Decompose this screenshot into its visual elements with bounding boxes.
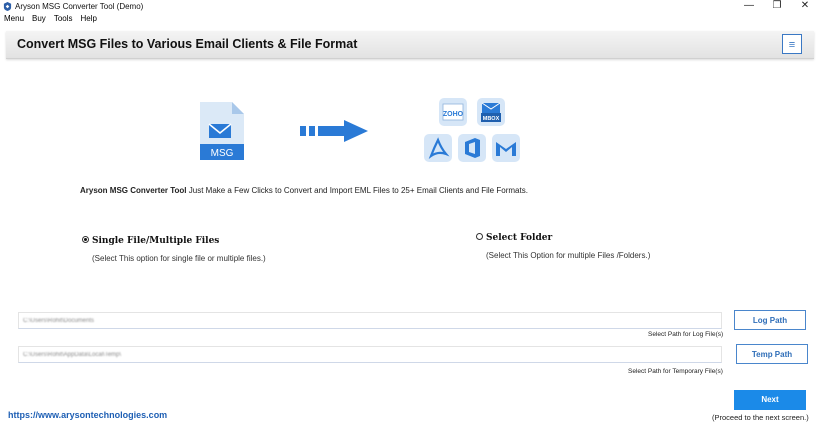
radio-selected-icon <box>82 236 89 243</box>
zoho-label: ZOHO <box>443 111 464 118</box>
menu-item-help[interactable]: Help <box>81 14 97 23</box>
menu-item-tools[interactable]: Tools <box>54 14 73 23</box>
temp-path-caption: Select Path for Temporary File(s) <box>628 368 723 375</box>
proceed-hint: (Proceed to the next screen.) <box>712 413 809 422</box>
single-file-label: Single File/Multiple Files <box>92 236 220 246</box>
window-title: Aryson MSG Converter Tool (Demo) <box>15 2 144 11</box>
select-folder-label: Select Folder <box>486 233 553 243</box>
zoho-icon: ZOHO <box>439 98 467 126</box>
app-logo-icon <box>3 2 12 11</box>
target-formats-cluster: ZOHO MBOX <box>420 96 530 166</box>
temp-path-button[interactable]: Temp Path <box>736 344 808 364</box>
temp-path-input[interactable]: C:\Users\Rohit\AppData\Local\Temp\ <box>18 346 722 363</box>
pdf-icon <box>424 134 452 162</box>
minimize-button[interactable]: — <box>738 0 760 11</box>
restore-button[interactable]: ❐ <box>766 0 788 11</box>
menu-item-menu[interactable]: Menu <box>4 14 24 23</box>
temp-path-value: C:\Users\Rohit\AppData\Local\Temp\ <box>23 352 122 358</box>
mbox-label: MBOX <box>483 116 500 122</box>
hamburger-menu-button[interactable]: ≡ <box>782 34 802 54</box>
radio-unselected-icon <box>476 233 483 240</box>
log-path-button[interactable]: Log Path <box>734 310 806 330</box>
description-brand: Aryson MSG Converter Tool <box>80 186 187 195</box>
description-text: Aryson MSG Converter Tool Just Make a Fe… <box>80 186 528 195</box>
menu-bar: Menu Buy Tools Help <box>0 14 820 26</box>
mbox-icon: MBOX <box>477 98 505 126</box>
convert-arrow-icon <box>300 120 368 142</box>
log-path-input[interactable]: C:\Users\Rohit\Documents <box>18 312 722 329</box>
single-file-radio[interactable]: Single File/Multiple Files <box>82 236 219 246</box>
close-button[interactable]: ✕ <box>794 0 816 11</box>
gmail-icon <box>492 134 520 162</box>
select-folder-radio[interactable]: Select Folder <box>476 233 552 243</box>
description-body: Just Make a Few Clicks to Convert and Im… <box>186 186 528 195</box>
menu-item-buy[interactable]: Buy <box>32 14 46 23</box>
log-path-caption: Select Path for Log File(s) <box>648 331 724 338</box>
single-file-hint: (Select This option for single file or m… <box>92 254 266 263</box>
header-banner: Convert MSG Files to Various Email Clien… <box>6 31 814 59</box>
next-button[interactable]: Next <box>734 390 806 410</box>
title-bar: Aryson MSG Converter Tool (Demo) — ❐ ✕ <box>0 0 820 14</box>
page-title: Convert MSG Files to Various Email Clien… <box>17 37 358 51</box>
msg-label: MSG <box>211 148 234 159</box>
msg-file-icon: MSG <box>200 102 244 160</box>
website-link[interactable]: https://www.arysontechnologies.com <box>8 410 167 420</box>
office-icon <box>458 134 486 162</box>
select-folder-hint: (Select This Option for multiple Files /… <box>486 251 651 260</box>
log-path-value: C:\Users\Rohit\Documents <box>23 318 95 324</box>
